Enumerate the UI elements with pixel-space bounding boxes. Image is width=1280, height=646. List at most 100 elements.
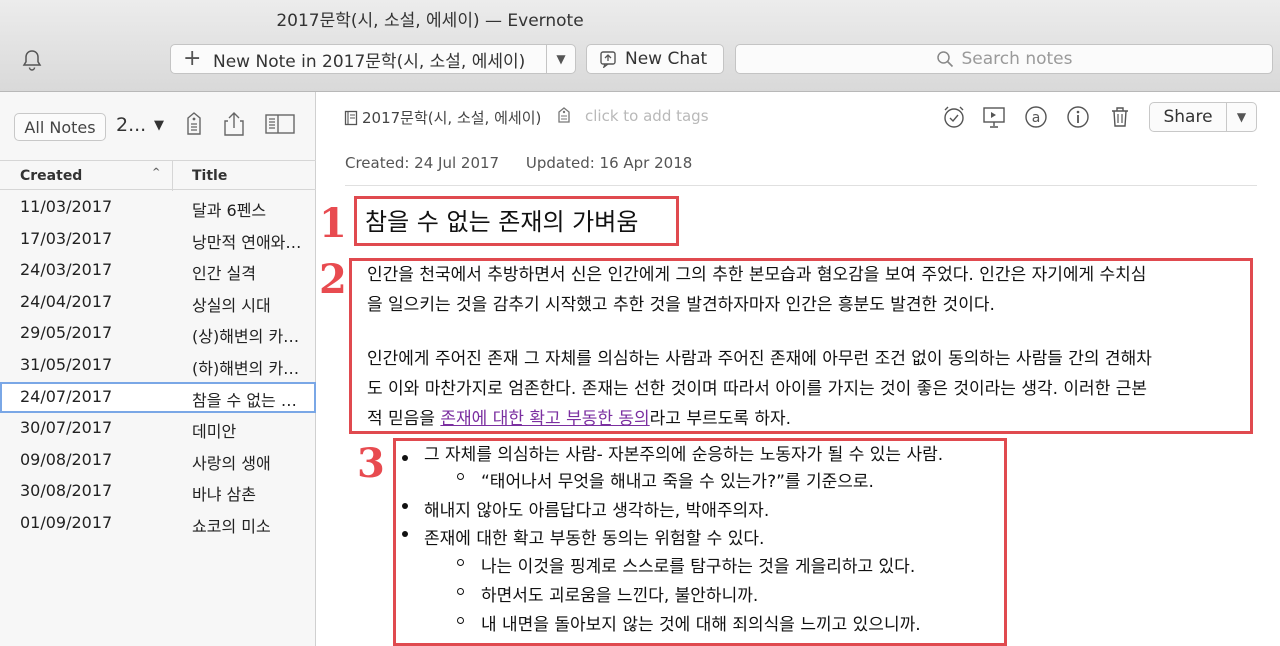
note-created-date: 17/03/2017 (20, 228, 113, 248)
note-list-row[interactable]: 24/03/2017 인간 실격 (0, 255, 316, 287)
bullet-item[interactable]: 나는 이것을 핑계로 스스로를 탐구하는 것을 게을리하고 있다. (481, 552, 915, 577)
note-created-date: 11/03/2017 (20, 197, 113, 216)
sort-caret-icon[interactable]: ^ (152, 167, 160, 178)
bell-icon[interactable] (20, 48, 44, 72)
note-created-date: 09/08/2017 (20, 449, 113, 469)
trash-icon[interactable] (1107, 104, 1133, 130)
bullet-item[interactable]: 그 자체를 의심하는 사람- 자본주의에 순응하는 노동자가 될 수 있는 사람… (424, 440, 943, 465)
chevron-down-icon[interactable]: ▼ (547, 52, 575, 66)
tag-icon (558, 107, 570, 123)
note-title-cell: 인간 실격 (192, 264, 256, 284)
note-title-cell: 바냐 삼촌 (192, 485, 256, 505)
note-list-row[interactable]: 11/03/2017 달과 6펜스 (0, 192, 316, 224)
note-link[interactable]: 존재에 대한 확고 부동한 동의 (440, 409, 649, 429)
annotation-number-3: 3 (357, 440, 385, 487)
title-column-header[interactable]: Title (192, 168, 227, 184)
created-date: Created: 24 Jul 2017 (345, 154, 500, 172)
note-list-row[interactable]: 24/07/2017 참을 수 없는 존재의 가벼움 (0, 381, 316, 414)
note-notebook-name: 2017문학(시, 소설, 에세이) (362, 109, 542, 127)
note-list-panel: All Notes 2... ▼ Created ^ Title 11/03/2… (0, 92, 316, 646)
share-button[interactable]: Share ▼ (1149, 102, 1257, 132)
note-title-cell: 사랑의 생애 (192, 453, 271, 473)
note-list-row[interactable]: 30/08/2017 바냐 삼촌 (0, 476, 316, 508)
note-created-date: 30/08/2017 (20, 481, 113, 501)
bullet-item[interactable]: “태어나서 무엇을 해내고 죽을 수 있는가?”를 기준으로. (481, 467, 874, 492)
note-created-date: 24/03/2017 (20, 260, 113, 280)
new-note-button[interactable]: + New Note in 2017문학(시, 소설, 에세이) ▼ (170, 44, 576, 74)
view-toggle-icon[interactable] (264, 109, 296, 139)
note-paragraph-1[interactable]: 인간을 천국에서 추방하면서 신은 인간에게 그의 추한 본모습과 혐오감을 보… (367, 260, 1247, 320)
note-list-row[interactable]: 01/09/2017 쇼코의 미소 (0, 508, 316, 540)
note-title-cell: (하)해변의 카프카 (192, 358, 304, 378)
note-title-cell: 상실의 시대 (192, 295, 271, 315)
annotation-number-2: 2 (319, 256, 347, 303)
bullet-item[interactable]: 해내지 않아도 아름답다고 생각하는, 박애주의자. (424, 496, 769, 521)
at-mention-icon[interactable]: a (1023, 104, 1049, 130)
new-note-label: New Note in 2017문학(시, 소설, 에세이) (213, 51, 526, 72)
note-notebook[interactable]: 2017문학(시, 소설, 에세이) (344, 107, 541, 128)
new-chat-label: New Chat (625, 49, 708, 69)
divider (345, 185, 1257, 186)
note-list-row[interactable]: 09/08/2017 사랑의 생애 (0, 445, 316, 477)
presentation-icon[interactable] (981, 104, 1007, 130)
chevron-down-icon[interactable]: ▼ (154, 118, 164, 133)
reminder-icon[interactable] (941, 104, 967, 130)
note-list-row[interactable]: 29/05/2017 (상)해변의 카프카 (0, 318, 316, 350)
text-line: 인간을 천국에서 추방하면서 신은 인간에게 그의 추한 본모습과 혐오감을 보… (367, 265, 1147, 285)
tags-input[interactable]: click to add tags (585, 107, 709, 125)
search-input[interactable]: Search notes (735, 44, 1273, 74)
svg-text:a: a (1032, 110, 1041, 126)
bullet-dot (402, 503, 408, 509)
note-editor: 2017문학(시, 소설, 에세이) click to add tags a S… (317, 92, 1280, 646)
note-created-date: 30/07/2017 (20, 418, 113, 438)
text-line: 적 믿음을 존재에 대한 확고 부동한 동의라고 부르도록 하자. (367, 404, 1247, 434)
note-title-cell: 참을 수 없는 존재의 가벼움 (192, 390, 304, 410)
share-icon[interactable] (220, 109, 248, 139)
bullet-circle (457, 617, 464, 624)
window-toolbar: 2017문학(시, 소설, 에세이) — Evernote + New Note… (0, 0, 1280, 92)
note-title[interactable]: 참을 수 없는 존재의 가벼움 (365, 202, 638, 237)
plus-icon: + (183, 46, 202, 71)
note-title-cell: 달과 6펜스 (192, 201, 267, 220)
created-column-header[interactable]: Created (20, 168, 82, 184)
updated-date: Updated: 16 Apr 2018 (525, 154, 693, 172)
note-created-date: 31/05/2017 (20, 354, 113, 374)
note-title-cell: 데미안 (192, 422, 237, 442)
note-title-cell: 쇼코의 미소 (192, 516, 271, 536)
all-notes-button[interactable]: All Notes (14, 113, 106, 141)
text-line: 도 이와 마찬가지로 엄존한다. 존재는 선한 것이며 따라서 아이를 가지는 … (367, 379, 1148, 399)
search-icon (936, 51, 953, 68)
list-header: Created ^ Title (0, 160, 316, 191)
note-title-cell: (상)해변의 카프카 (192, 327, 304, 347)
bullet-item[interactable]: 존재에 대한 확고 부동한 동의는 위험할 수 있다. (424, 524, 764, 549)
note-created-date: 01/09/2017 (20, 512, 113, 532)
bullet-dot (402, 455, 408, 461)
note-title-cell: 낭만적 연애와 그 후의 일상 (192, 232, 304, 252)
note-metadata: Created: 24 Jul 2017 Updated: 16 Apr 201… (345, 154, 692, 172)
bullet-item[interactable]: 하면서도 괴로움을 느낀다, 불안하니까. (481, 581, 758, 606)
info-icon[interactable] (1065, 104, 1091, 130)
note-created-date: 24/07/2017 (20, 386, 113, 406)
note-created-date: 24/04/2017 (20, 291, 113, 311)
note-list-row[interactable]: 31/05/2017 (하)해변의 카프카 (0, 350, 316, 382)
notebook-selector[interactable]: 2... (116, 114, 146, 136)
search-placeholder: Search notes (961, 49, 1073, 69)
bullet-item[interactable]: 내 내면을 돌아보지 않는 것에 대해 죄의식을 느끼고 있으니까. (481, 610, 921, 635)
note-rows: 11/03/2017 달과 6펜스 17/03/2017 낭만적 연애와 그 후의 일… (0, 192, 316, 540)
bullet-circle (457, 559, 464, 566)
note-list-row[interactable]: 30/07/2017 데미안 (0, 413, 316, 445)
bullet-circle (457, 473, 464, 480)
share-label: Share (1163, 107, 1213, 127)
note-paragraph-2[interactable]: 인간에게 주어진 존재 그 자체를 의심하는 사람과 주어진 존재에 아무런 조… (367, 344, 1247, 434)
note-list-row[interactable]: 24/04/2017 상실의 시대 (0, 287, 316, 319)
chevron-down-icon[interactable]: ▼ (1227, 110, 1256, 124)
notebook-info-icon[interactable] (180, 109, 208, 139)
text-span: 라고 부르도록 하자. (649, 409, 792, 429)
divider (172, 161, 173, 191)
chat-icon (600, 51, 616, 68)
note-created-date: 29/05/2017 (20, 323, 113, 343)
bullet-circle (457, 588, 464, 595)
window-title: 2017문학(시, 소설, 에세이) — Evernote (276, 11, 584, 31)
note-list-row[interactable]: 17/03/2017 낭만적 연애와 그 후의 일상 (0, 224, 316, 256)
new-chat-button[interactable]: New Chat (586, 44, 724, 74)
